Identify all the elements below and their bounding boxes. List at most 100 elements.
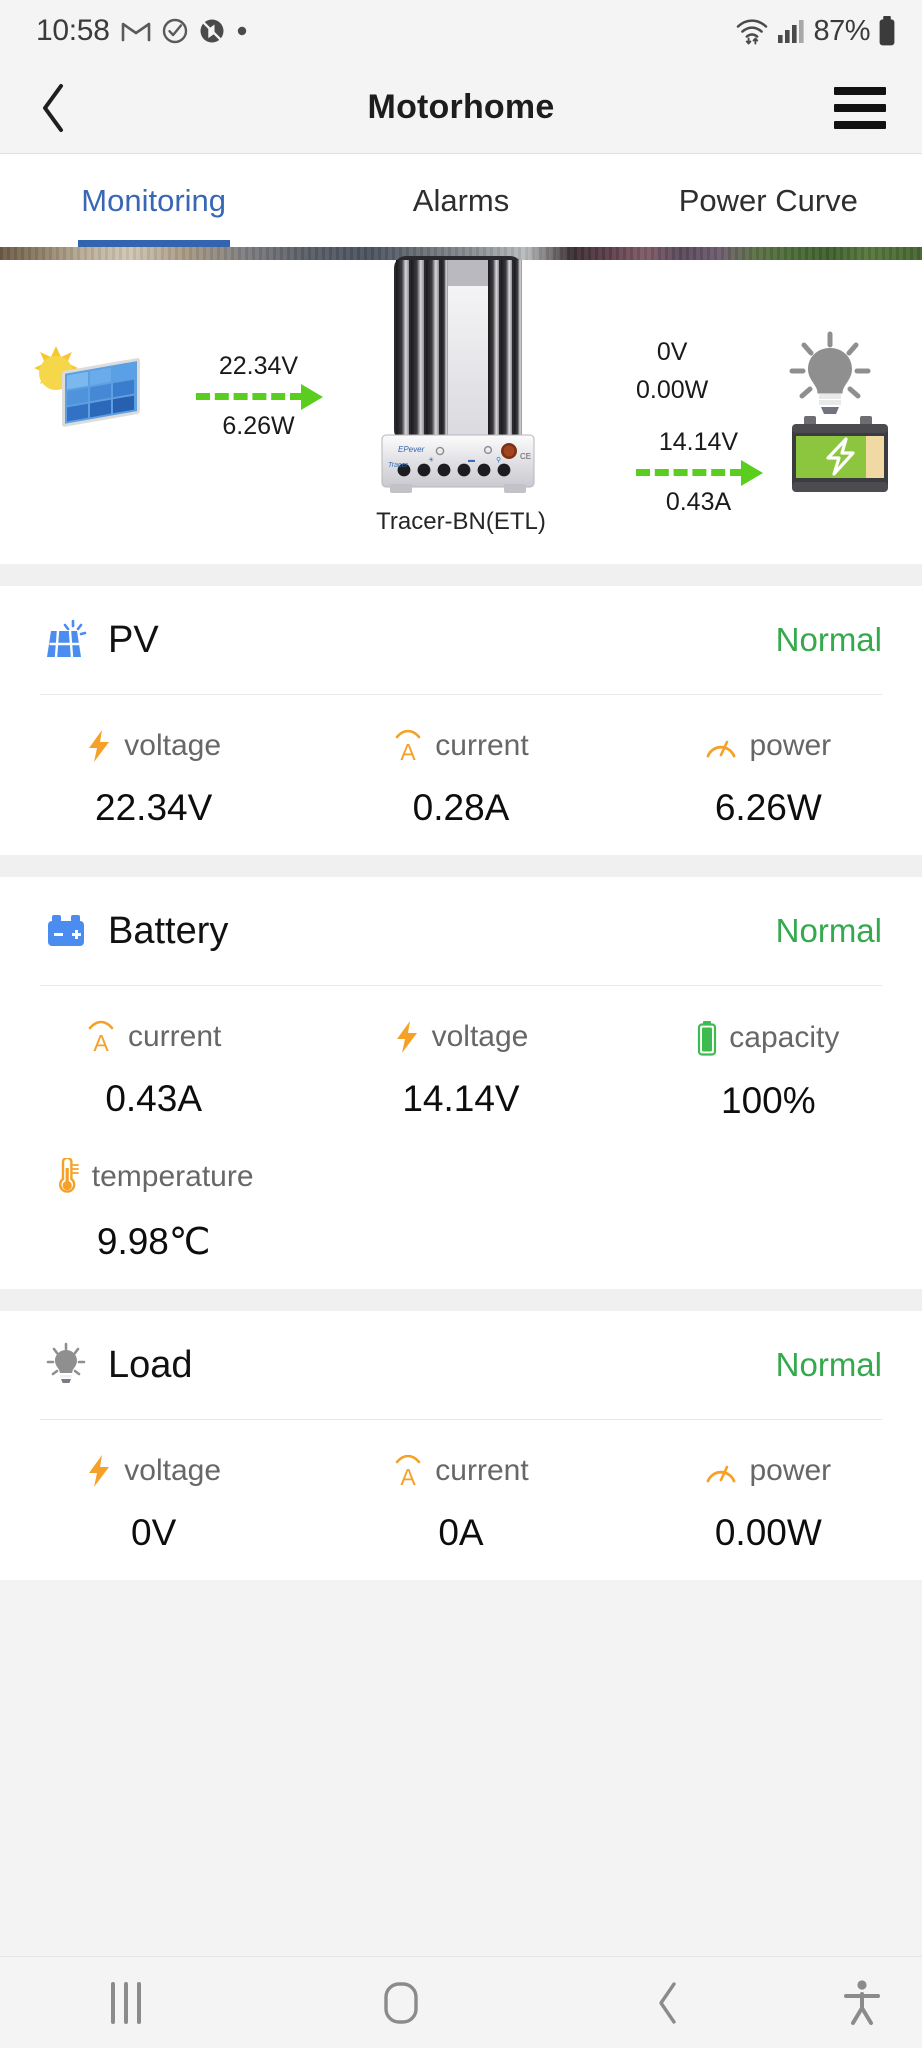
metric-load-power: power 0.00W: [615, 1454, 922, 1554]
flow-dashed-line: [196, 393, 304, 400]
app-screen: 10:58 87% Motorhome Monitoring Alarms Po…: [0, 0, 922, 2048]
metric-label: capacity: [729, 1021, 840, 1054]
hamburger-menu-icon: [834, 86, 886, 95]
metric-value: 0V: [131, 1512, 177, 1553]
metric-label: current: [435, 729, 529, 762]
back-button[interactable]: [8, 82, 100, 134]
svg-text:A: A: [401, 1464, 417, 1488]
tab-alarms[interactable]: Alarms: [307, 154, 614, 247]
back-icon: [659, 1981, 677, 2024]
device-model-label: Tracer-BN(ETL): [376, 508, 546, 535]
battery-flow-voltage: 14.14V: [658, 428, 739, 456]
wifi-icon: [737, 19, 768, 45]
section-pv-metrics: voltage 22.34V A current 0.28A power 6.2…: [0, 695, 922, 855]
section-load-header[interactable]: Load Normal: [0, 1311, 922, 1419]
svg-text:▬: ▬: [468, 457, 475, 464]
metric-battery-capacity: capacity 100%: [615, 1020, 922, 1122]
check-circle-icon: [162, 18, 187, 44]
metric-label: current: [127, 1020, 222, 1053]
battery-flow-group: 14.14V 0.43A: [634, 428, 763, 517]
metric-battery-voltage: voltage 14.14V: [307, 1020, 614, 1122]
dot-icon: [237, 26, 246, 36]
system-flow-diagram: 22.34V 6.26W EPever ☀ ▬ ⚲ Tracer CE 0V 0…: [0, 256, 922, 564]
chevron-left-icon: [43, 83, 63, 132]
metric-label: temperature: [91, 1160, 254, 1193]
load-flow-group: 0V 0.00W: [636, 338, 708, 405]
metric-pv-voltage: voltage 22.34V: [0, 729, 307, 829]
metric-load-voltage: voltage 0V: [0, 1454, 307, 1554]
status-bar-clock: 10:58: [36, 14, 110, 47]
metric-label: voltage: [124, 1454, 222, 1487]
section-battery-header[interactable]: Battery Normal: [0, 877, 922, 985]
ampere-icon: A: [395, 1454, 421, 1488]
thermometer-icon: [58, 1158, 79, 1193]
bolt-icon: [89, 730, 110, 762]
android-navigation-bar: [0, 1956, 922, 2048]
battery-graphic: [788, 412, 894, 503]
section-battery-title: Battery: [108, 909, 229, 952]
metric-battery-current: A current 0.43A: [0, 1020, 307, 1122]
tab-power-curve[interactable]: Power Curve: [615, 154, 922, 247]
battery-percent-label: 87%: [813, 14, 870, 47]
section-battery-status: Normal: [775, 912, 882, 949]
metric-label: voltage: [431, 1020, 529, 1053]
metric-pv-current: A current 0.28A: [307, 729, 614, 829]
section-pv-status: Normal: [775, 621, 882, 658]
recent-apps-button[interactable]: [0, 1981, 267, 2024]
metric-value: 6.26W: [714, 787, 822, 828]
section-pv-header[interactable]: PV Normal: [0, 586, 922, 694]
svg-text:EPever: EPever: [398, 445, 425, 454]
section-load-metrics: voltage 0V A current 0A power 0.00W: [0, 1420, 922, 1580]
charge-controller-image: EPever ☀ ▬ ⚲ Tracer CE: [368, 252, 548, 507]
cellular-signal-icon: [778, 20, 805, 43]
pv-flow-voltage: 22.34V: [218, 352, 299, 380]
load-flow-power: 0.00W: [636, 375, 709, 404]
metric-value: 22.34V: [95, 787, 213, 828]
metric-label: power: [749, 729, 832, 762]
hamburger-menu-button[interactable]: [834, 86, 886, 129]
solar-panel-icon: [40, 614, 92, 666]
tab-monitoring[interactable]: Monitoring: [0, 154, 307, 247]
pv-flow-group: 22.34V 6.26W: [194, 352, 323, 441]
back-nav-button[interactable]: [535, 1979, 802, 2027]
battery-icon: [879, 16, 895, 46]
svg-text:CE: CE: [520, 452, 531, 461]
metric-value: 0.28A: [412, 787, 510, 828]
section-gap: [0, 855, 922, 877]
recent-apps-icon: [110, 1981, 157, 2024]
metric-value: 0.00W: [714, 1512, 822, 1553]
accessibility-button[interactable]: [802, 1978, 922, 2028]
section-pv-title: PV: [108, 618, 159, 661]
app-bar: Motorhome: [0, 62, 922, 154]
battery-level-icon: [698, 1021, 717, 1056]
hamburger-menu-icon: [834, 103, 886, 112]
battery-flow-arrow: [636, 459, 763, 486]
status-bar: 10:58 87%: [0, 0, 922, 62]
section-battery-metrics: A current 0.43A voltage 14.14V capacity …: [0, 986, 922, 1289]
home-button[interactable]: [267, 1979, 534, 2027]
section-battery: Battery Normal A current 0.43A voltage 1…: [0, 877, 922, 1289]
metric-value: 9.98℃: [96, 1221, 211, 1262]
hamburger-menu-icon: [834, 120, 886, 129]
section-gap: [0, 564, 922, 586]
section-load-title: Load: [108, 1343, 193, 1386]
section-load-status: Normal: [775, 1346, 882, 1383]
section-load: Load Normal voltage 0V A current 0A powe…: [0, 1311, 922, 1580]
section-gap: [0, 1289, 922, 1311]
svg-text:⚲: ⚲: [496, 456, 501, 464]
metric-value: 14.14V: [402, 1078, 520, 1119]
gmail-icon: [121, 22, 150, 42]
accessibility-icon: [843, 1979, 880, 2025]
pv-flow-power: 6.26W: [222, 411, 295, 440]
gauge-icon: [707, 740, 736, 758]
metric-value: 0A: [438, 1512, 484, 1553]
load-flow-voltage: 0V: [656, 338, 688, 366]
metric-value: 100%: [721, 1080, 816, 1121]
pv-flow-arrow: [196, 383, 323, 410]
svg-text:☀: ☀: [428, 456, 434, 464]
lightbulb-icon: [40, 1339, 92, 1391]
bolt-icon: [89, 1455, 110, 1487]
flow-arrow-head: [301, 383, 323, 410]
status-bar-left: 10:58: [36, 14, 248, 48]
svg-text:Tracer: Tracer: [388, 462, 408, 469]
